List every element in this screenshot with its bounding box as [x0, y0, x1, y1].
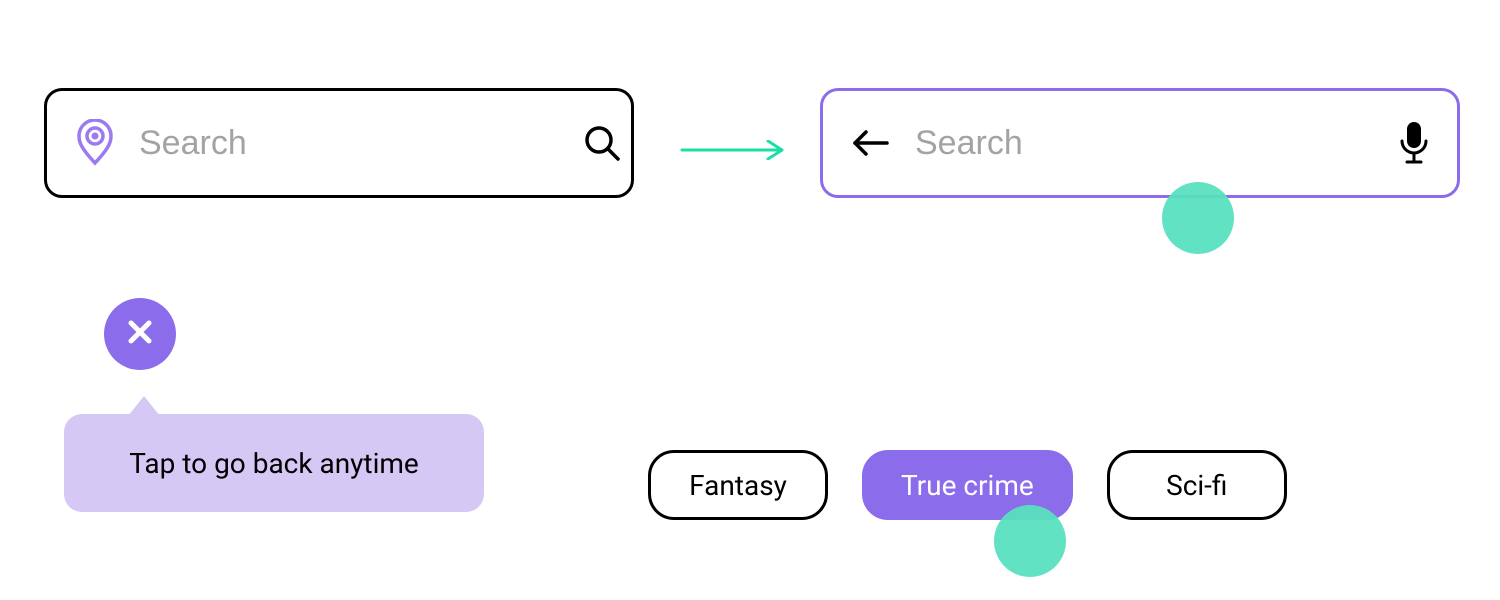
- category-chip-sci-fi[interactable]: Sci-fi: [1107, 450, 1287, 520]
- chip-label: Sci-fi: [1166, 469, 1227, 502]
- back-arrow-icon[interactable]: [851, 129, 891, 157]
- search-input-active[interactable]: [915, 124, 1399, 163]
- tooltip-text: Tap to go back anytime: [129, 447, 419, 480]
- touch-indicator-icon: [994, 505, 1066, 577]
- category-chip-group: Fantasy True crime Sci-fi: [648, 450, 1287, 520]
- chip-label: Fantasy: [689, 469, 787, 502]
- touch-indicator-icon: [1162, 182, 1234, 254]
- search-icon[interactable]: [582, 123, 622, 163]
- chip-label: True crime: [901, 469, 1034, 502]
- back-tooltip: Tap to go back anytime: [64, 414, 484, 512]
- transition-arrow-icon: [680, 140, 790, 160]
- microphone-icon[interactable]: [1399, 121, 1429, 165]
- search-bar-default[interactable]: [44, 88, 634, 198]
- close-button[interactable]: [104, 298, 176, 370]
- search-bar-active[interactable]: [820, 88, 1460, 198]
- search-input-default[interactable]: [139, 124, 582, 163]
- close-icon: [127, 319, 153, 349]
- location-pin-icon: [75, 119, 115, 167]
- category-chip-fantasy[interactable]: Fantasy: [648, 450, 828, 520]
